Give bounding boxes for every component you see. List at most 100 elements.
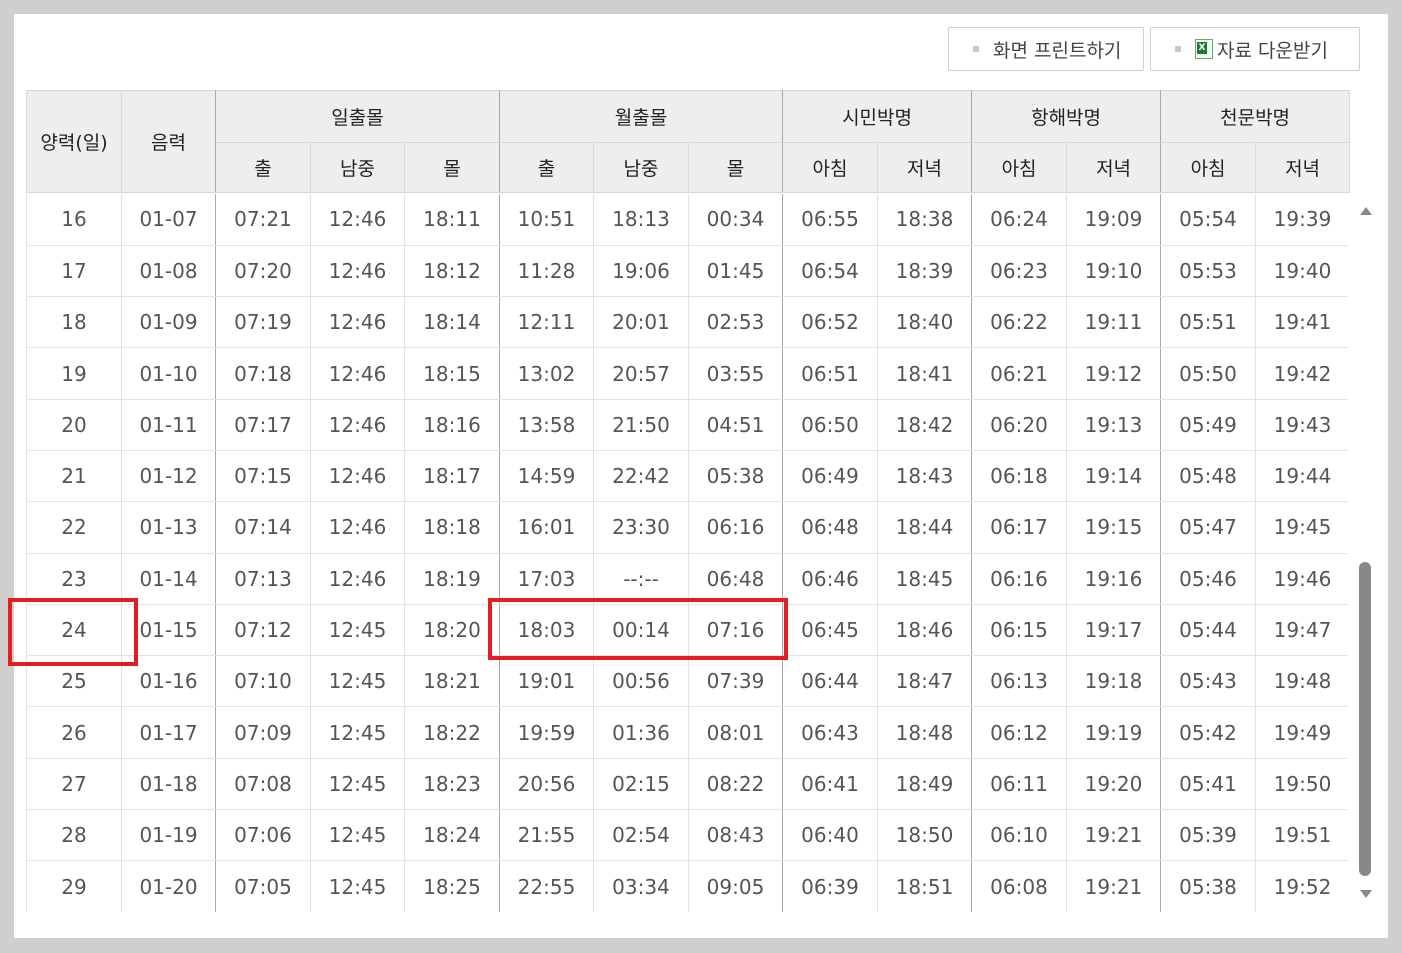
header-nautical-twilight: 항해박명 — [971, 90, 1162, 143]
cell-civil-pm: 18:49 — [877, 758, 972, 811]
cell-sun-rise: 07:13 — [215, 553, 311, 605]
table-row: 25 01-16 07:10 12:45 18:21 19:01 00:56 07:39 06:… — [26, 655, 1348, 708]
cell-lunar: 01-08 — [121, 245, 216, 298]
cell-astro-pm: 19:48 — [1255, 655, 1348, 708]
cell-civil-am: 06:43 — [782, 706, 878, 759]
cell-moon-transit: 20:57 — [593, 347, 689, 400]
cell-sun-set: 18:22 — [404, 706, 500, 759]
cell-sun-transit: 12:46 — [310, 553, 405, 605]
header-astronomical-twilight: 천문박명 — [1160, 90, 1351, 143]
cell-lunar: 01-13 — [121, 501, 216, 554]
cell-moon-transit: 18:13 — [593, 194, 689, 246]
cell-sun-transit: 12:45 — [310, 809, 405, 862]
cell-naut-am: 06:10 — [971, 809, 1067, 862]
cell-lunar: 01-11 — [121, 399, 216, 451]
cell-sun-rise: 07:21 — [215, 194, 311, 246]
cell-sun-set: 18:11 — [404, 194, 500, 246]
download-data-button[interactable]: 자료 다운받기 — [1150, 27, 1360, 71]
cell-naut-pm: 19:13 — [1066, 399, 1161, 451]
cell-civil-pm: 18:46 — [877, 604, 972, 657]
cell-day: 17 — [26, 245, 122, 298]
cell-day: 23 — [26, 553, 122, 605]
cell-moon-transit: 02:15 — [593, 758, 689, 811]
cell-sun-transit: 12:45 — [310, 860, 405, 912]
scrollbar-thumb[interactable] — [1359, 562, 1371, 876]
cell-sun-set: 18:12 — [404, 245, 500, 298]
cell-naut-pm: 19:16 — [1066, 553, 1161, 605]
cell-lunar: 01-09 — [121, 296, 216, 349]
cell-moon-transit: 23:30 — [593, 501, 689, 554]
cell-sun-set: 18:24 — [404, 809, 500, 862]
cell-astro-am: 05:47 — [1160, 501, 1256, 554]
cell-moon-set: 08:43 — [688, 809, 783, 862]
cell-civil-am: 06:51 — [782, 347, 878, 400]
cell-naut-pm: 19:10 — [1066, 245, 1161, 298]
cell-moon-set: 07:39 — [688, 655, 783, 708]
header-nautical-evening: 저녁 — [1066, 142, 1162, 193]
cell-sun-rise: 07:20 — [215, 245, 311, 298]
header-astronomical-evening: 저녁 — [1255, 142, 1351, 193]
cell-moon-set: 03:55 — [688, 347, 783, 400]
cell-sun-transit: 12:45 — [310, 706, 405, 759]
cell-civil-am: 06:55 — [782, 194, 878, 246]
cell-sun-set: 18:19 — [404, 553, 500, 605]
scroll-down-arrow-icon[interactable] — [1360, 890, 1372, 898]
cell-sun-transit: 12:46 — [310, 194, 405, 246]
table-row: 21 01-12 07:15 12:46 18:17 14:59 22:42 05:38 06:… — [26, 450, 1348, 503]
cell-civil-am: 06:39 — [782, 860, 878, 912]
cell-sun-transit: 12:46 — [310, 501, 405, 554]
cell-moon-transit: 21:50 — [593, 399, 689, 451]
cell-naut-pm: 19:21 — [1066, 809, 1161, 862]
cell-naut-pm: 19:11 — [1066, 296, 1161, 349]
cell-moon-rise: 22:55 — [499, 860, 594, 912]
print-screen-button[interactable]: 화면 프린트하기 — [948, 27, 1144, 71]
header-civil-morning: 아침 — [782, 142, 879, 193]
cell-astro-am: 05:42 — [1160, 706, 1256, 759]
cell-sun-rise: 07:06 — [215, 809, 311, 862]
scroll-up-arrow-icon[interactable] — [1360, 207, 1372, 215]
cell-lunar: 01-17 — [121, 706, 216, 759]
cell-astro-am: 05:44 — [1160, 604, 1256, 657]
bullet-icon — [973, 46, 979, 52]
cell-moon-set: 04:51 — [688, 399, 783, 451]
cell-naut-am: 06:18 — [971, 450, 1067, 503]
cell-astro-pm: 19:52 — [1255, 860, 1348, 912]
cell-lunar: 01-18 — [121, 758, 216, 811]
cell-civil-am: 06:48 — [782, 501, 878, 554]
cell-moon-set: 08:01 — [688, 706, 783, 759]
cell-lunar: 01-07 — [121, 194, 216, 246]
cell-astro-am: 05:39 — [1160, 809, 1256, 862]
cell-moon-set: 08:22 — [688, 758, 783, 811]
panel: 화면 프린트하기 자료 다운받기 양력(일) 음력 일출몰 월출몰 시민박명 항… — [8, 14, 1388, 938]
header-moon-group: 월출몰 — [499, 90, 784, 143]
cell-lunar: 01-10 — [121, 347, 216, 400]
table-row: 18 01-09 07:19 12:46 18:14 12:11 20:01 02:53 06:… — [26, 296, 1348, 349]
cell-sun-rise: 07:09 — [215, 706, 311, 759]
cell-day: 27 — [26, 758, 122, 811]
cell-astro-pm: 19:44 — [1255, 450, 1348, 503]
cell-civil-pm: 18:51 — [877, 860, 972, 912]
cell-naut-pm: 19:21 — [1066, 860, 1161, 912]
cell-sun-rise: 07:10 — [215, 655, 311, 708]
cell-lunar: 01-12 — [121, 450, 216, 503]
cell-moon-transit: 19:06 — [593, 245, 689, 298]
cell-sun-rise: 07:18 — [215, 347, 311, 400]
cell-sun-rise: 07:19 — [215, 296, 311, 349]
cell-civil-pm: 18:42 — [877, 399, 972, 451]
table-row: 27 01-18 07:08 12:45 18:23 20:56 02:15 08:22 06:… — [26, 758, 1348, 811]
table-row: 29 01-20 07:05 12:45 18:25 22:55 03:34 09:05 06:… — [26, 860, 1348, 912]
cell-sun-set: 18:15 — [404, 347, 500, 400]
cell-sun-transit: 12:46 — [310, 347, 405, 400]
header-astronomical-morning: 아침 — [1160, 142, 1257, 193]
cell-sun-set: 18:14 — [404, 296, 500, 349]
cell-moon-set: 05:38 — [688, 450, 783, 503]
cell-lunar: 01-20 — [121, 860, 216, 912]
cell-moon-transit: 22:42 — [593, 450, 689, 503]
table-scroll-area[interactable]: 16 01-07 07:21 12:46 18:11 10:51 18:13 00:34 06:… — [26, 194, 1348, 912]
cell-naut-pm: 19:09 — [1066, 194, 1161, 246]
cell-civil-pm: 18:50 — [877, 809, 972, 862]
cell-day: 16 — [26, 194, 122, 246]
header-civil-twilight: 시민박명 — [782, 90, 973, 143]
cell-astro-pm: 19:40 — [1255, 245, 1348, 298]
cell-moon-transit: 02:54 — [593, 809, 689, 862]
